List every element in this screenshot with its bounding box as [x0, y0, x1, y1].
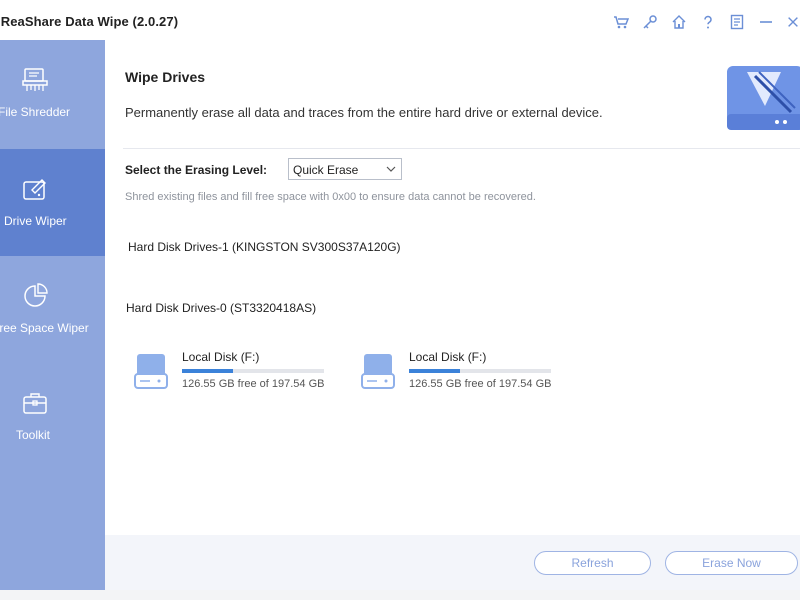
erasing-level-select[interactable]: Quick Erase: [288, 158, 402, 180]
sidebar-item-free-space-wiper[interactable]: Free Space Wiper: [0, 256, 105, 363]
drive-usage-bar: [409, 369, 551, 373]
feedback-icon[interactable]: [727, 12, 747, 32]
drive-usage-fill: [409, 369, 461, 373]
page-description: Permanently erase all data and traces fr…: [125, 105, 603, 120]
title-bar-icons: [611, 12, 800, 32]
window-bottom-edge: [0, 590, 800, 600]
key-icon[interactable]: [640, 12, 660, 32]
disk-group-title: Hard Disk Drives-0 (ST3320418AS): [126, 301, 317, 315]
drive-name: Local Disk (F:): [409, 350, 487, 364]
erasing-level-hint: Shred existing files and fill free space…: [125, 191, 536, 203]
drive-free-space: 126.55 GB free of 197.54 GB: [409, 378, 552, 390]
sidebar-item-label: Toolkit: [16, 428, 51, 442]
sidebar-item-toolkit[interactable]: Toolkit: [0, 363, 105, 470]
toolkit-icon: [22, 390, 48, 416]
disk-group-title: Hard Disk Drives-1 (KINGSTON SV300S37A12…: [128, 240, 401, 254]
free-space-wiper-icon: [22, 283, 48, 309]
erasing-level-label: Select the Erasing Level:: [125, 163, 268, 177]
hard-drive-icon: [134, 352, 168, 390]
refresh-button[interactable]: Refresh: [534, 551, 651, 575]
app-title: iReaShare Data Wipe (2.0.27): [0, 14, 179, 29]
close-icon[interactable]: [786, 12, 800, 32]
sidebar-item-drive-wiper[interactable]: Drive Wiper: [0, 149, 105, 256]
drive-usage-bar: [182, 369, 324, 373]
drive-wipe-illustration-icon: [725, 62, 800, 132]
drive-wiper-icon: [22, 176, 48, 202]
erase-now-button[interactable]: Erase Now: [665, 551, 798, 575]
drive-name: Local Disk (F:): [182, 350, 260, 364]
chevron-down-icon: [386, 163, 396, 173]
sidebar-item-label: Drive Wiper: [4, 214, 67, 228]
sidebar: File Shredder Drive Wiper Free Space Wip…: [0, 40, 105, 590]
help-icon[interactable]: [698, 12, 718, 32]
page-title: Wipe Drives: [125, 69, 206, 85]
sidebar-item-file-shredder[interactable]: File Shredder: [0, 40, 105, 147]
hard-drive-icon: [361, 352, 395, 390]
drive-item[interactable]: Local Disk (F:) 126.55 GB free of 197.54…: [361, 348, 551, 394]
home-icon[interactable]: [669, 12, 689, 32]
drive-free-space: 126.55 GB free of 197.54 GB: [182, 378, 325, 390]
cart-icon[interactable]: [611, 12, 631, 32]
erasing-level-value: Quick Erase: [293, 163, 359, 177]
minimize-icon[interactable]: [756, 12, 776, 32]
title-bar: iReaShare Data Wipe (2.0.27): [0, 0, 800, 41]
sidebar-item-label: Free Space Wiper: [0, 321, 89, 335]
sidebar-item-label: File Shredder: [0, 105, 71, 119]
header-divider: [123, 148, 800, 149]
app-window: iReaShare Data Wipe (2.0.27) File Shredd…: [0, 0, 800, 600]
file-shredder-icon: [22, 67, 48, 93]
drive-item[interactable]: Local Disk (F:) 126.55 GB free of 197.54…: [134, 348, 324, 394]
footer-bar: Refresh Erase Now: [105, 535, 800, 590]
main-panel: Wipe Drives Permanently erase all data a…: [105, 40, 800, 590]
drive-usage-fill: [182, 369, 234, 373]
